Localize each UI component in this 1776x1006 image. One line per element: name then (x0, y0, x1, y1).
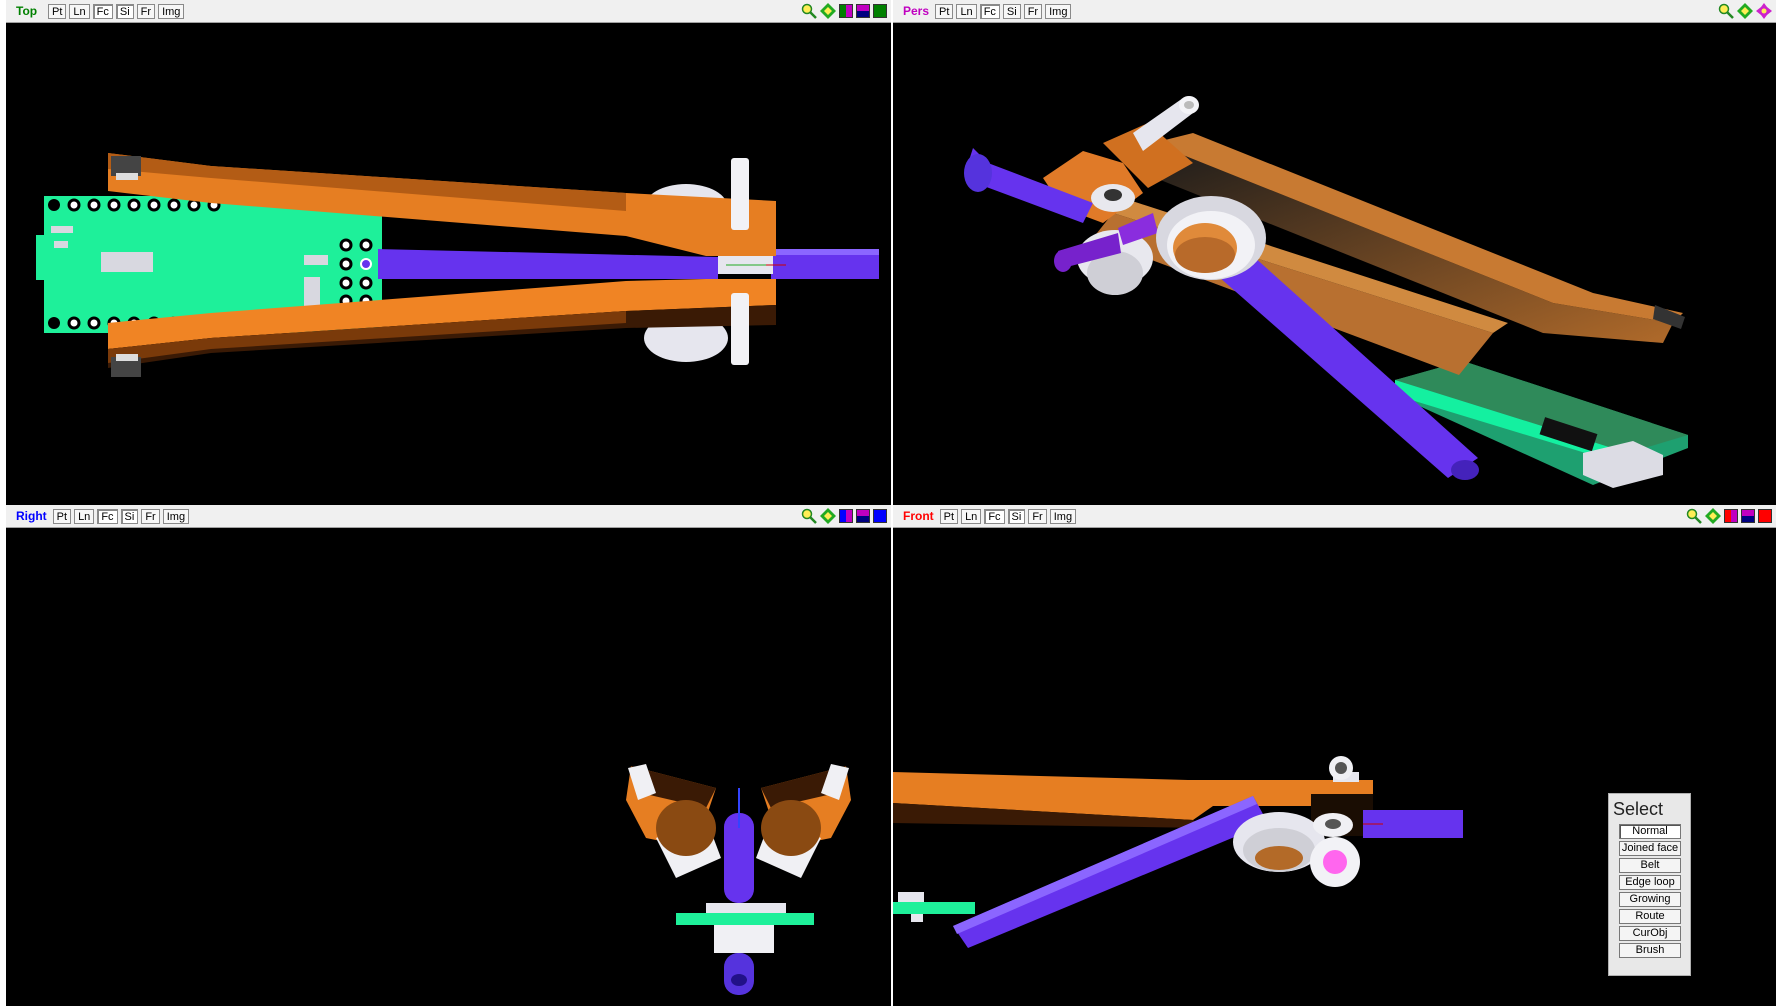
silhouette-mode-button[interactable]: Si (115, 3, 134, 19)
front-view-toolbar: Front Pt Ln Fc Si Fr Img (893, 505, 1776, 528)
point-mode-button[interactable]: Pt (939, 508, 959, 524)
image-mode-button[interactable]: Img (1049, 508, 1077, 524)
point-mode-button[interactable]: Pt (52, 508, 72, 524)
top-viewport-pane: Top Pt Ln Fc Si Fr Img (6, 0, 891, 505)
color-swatch[interactable] (856, 4, 870, 18)
select-edge-loop-button[interactable]: Edge loop (1619, 875, 1681, 890)
line-mode-button[interactable]: Ln (74, 508, 95, 524)
select-belt-button[interactable]: Belt (1619, 858, 1681, 873)
color-swatch[interactable] (1741, 509, 1755, 523)
select-joined-face-button[interactable]: Joined face (1619, 841, 1681, 856)
color-swatch[interactable] (873, 4, 887, 18)
select-brush-button[interactable]: Brush (1619, 943, 1681, 958)
fit-view-icon[interactable] (820, 508, 836, 524)
zoom-icon[interactable] (1718, 3, 1734, 19)
face-mode-button[interactable]: Fc (92, 3, 113, 19)
zoom-icon[interactable] (801, 508, 817, 524)
select-growing-button[interactable]: Growing (1619, 892, 1681, 907)
fit-view-icon[interactable] (1705, 508, 1721, 524)
color-swatch[interactable] (873, 509, 887, 523)
image-mode-button[interactable]: Img (1045, 3, 1072, 19)
fit-view-icon[interactable] (1737, 3, 1753, 19)
image-mode-button[interactable]: Img (158, 3, 185, 19)
select-route-button[interactable]: Route (1619, 909, 1681, 924)
select-curobj-button[interactable]: CurObj (1619, 926, 1681, 941)
view-title-right: Right (16, 509, 47, 523)
line-mode-button[interactable]: Ln (956, 3, 977, 19)
line-mode-button[interactable]: Ln (961, 508, 982, 524)
zoom-icon[interactable] (1686, 508, 1702, 524)
select-mode-panel: Select Normal Joined face Belt Edge loop… (1608, 793, 1691, 976)
top-view-toolbar: Top Pt Ln Fc Si Fr Img (6, 0, 891, 23)
frame-mode-button[interactable]: Fr (1023, 3, 1043, 19)
perspective-view-canvas[interactable] (893, 23, 1776, 505)
color-swatch[interactable] (839, 4, 853, 18)
frame-mode-button[interactable]: Fr (136, 3, 156, 19)
right-viewport-pane: Right Pt Ln Fc Si Fr Img (6, 505, 891, 1006)
view-title-pers: Pers (903, 4, 930, 18)
perspective-viewport-pane: Pers Pt Ln Fc Si Fr Img (893, 0, 1776, 505)
silhouette-mode-button[interactable]: Si (120, 508, 139, 524)
face-mode-button[interactable]: Fc (97, 508, 118, 524)
top-view-canvas[interactable] (6, 23, 891, 505)
face-mode-button[interactable]: Fc (984, 508, 1005, 524)
view-title-top: Top (16, 4, 38, 18)
color-swatch[interactable] (1724, 509, 1738, 523)
silhouette-mode-button[interactable]: Si (1007, 508, 1026, 524)
point-mode-button[interactable]: Pt (48, 3, 67, 19)
face-mode-button[interactable]: Fc (979, 3, 1000, 19)
image-mode-button[interactable]: Img (162, 508, 190, 524)
right-view-canvas[interactable] (6, 528, 891, 1006)
select-normal-button[interactable]: Normal (1619, 824, 1681, 839)
color-swatch[interactable] (839, 509, 853, 523)
frame-mode-button[interactable]: Fr (1028, 508, 1047, 524)
perspective-view-toolbar: Pers Pt Ln Fc Si Fr Img (893, 0, 1776, 23)
silhouette-mode-button[interactable]: Si (1002, 3, 1021, 19)
rotate-icon[interactable] (1756, 3, 1772, 19)
color-swatch[interactable] (856, 509, 870, 523)
fit-view-icon[interactable] (820, 3, 836, 19)
line-mode-button[interactable]: Ln (69, 3, 90, 19)
zoom-icon[interactable] (801, 3, 817, 19)
color-swatch[interactable] (1758, 509, 1772, 523)
view-title-front: Front (903, 509, 934, 523)
select-panel-title: Select (1613, 799, 1664, 819)
right-view-toolbar: Right Pt Ln Fc Si Fr Img (6, 505, 891, 528)
point-mode-button[interactable]: Pt (935, 3, 954, 19)
frame-mode-button[interactable]: Fr (141, 508, 160, 524)
